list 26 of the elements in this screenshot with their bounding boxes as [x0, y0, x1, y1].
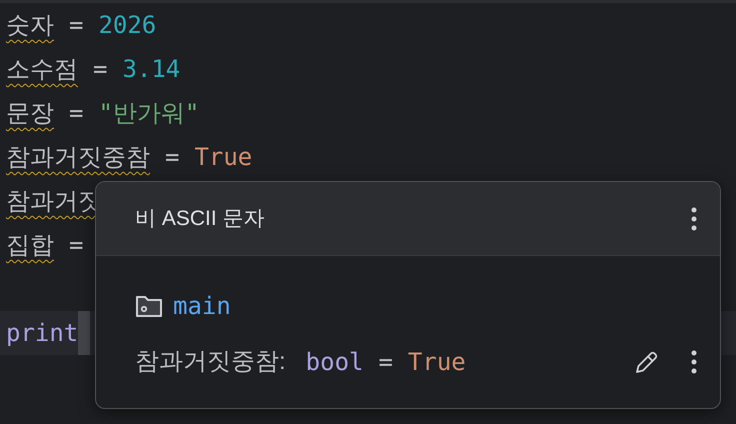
- pencil-icon[interactable]: [634, 349, 660, 375]
- bracket-highlight: [78, 311, 90, 355]
- variable-name: 숫자: [6, 10, 54, 41]
- boolean-literal: True: [194, 142, 252, 173]
- string-literal: "반가워": [98, 98, 200, 129]
- type-name: bool: [306, 347, 364, 378]
- variable-name: 소수점: [6, 54, 78, 85]
- boolean-literal: True: [408, 347, 466, 378]
- function-name: print: [6, 318, 78, 349]
- popup-title: 비 ASCII 문자: [135, 206, 265, 232]
- variable-name: 참과거짓중참:: [135, 347, 286, 377]
- variable-name: 문장: [6, 98, 54, 129]
- operator: =: [93, 54, 108, 85]
- folder-icon: [135, 294, 163, 318]
- more-icon[interactable]: [690, 206, 698, 232]
- operator: =: [69, 98, 84, 129]
- operator: =: [378, 347, 393, 378]
- variable-name: 참과거짓중참: [6, 142, 150, 173]
- variable-name: 집합: [6, 230, 54, 261]
- operator: =: [165, 142, 180, 173]
- number-literal: 3.14: [122, 54, 180, 85]
- more-icon[interactable]: [690, 349, 698, 375]
- number-literal: 2026: [98, 10, 156, 41]
- operator: =: [69, 10, 84, 41]
- module-name[interactable]: main: [173, 288, 231, 324]
- operator: =: [69, 230, 84, 261]
